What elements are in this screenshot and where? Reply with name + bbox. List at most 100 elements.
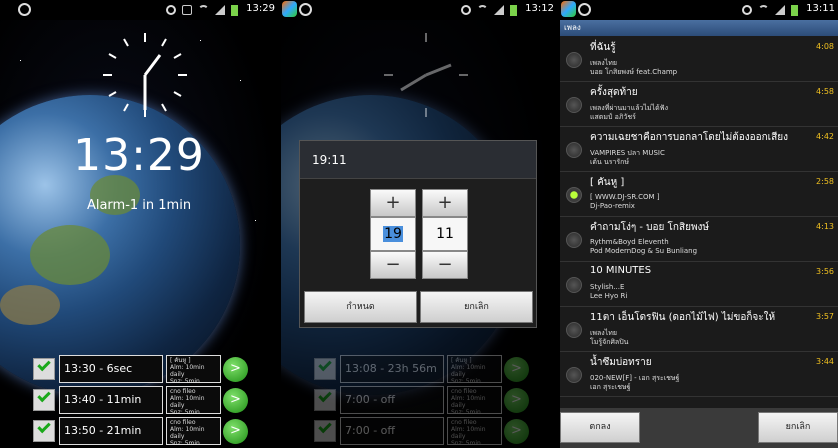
check-icon [37,419,51,434]
radio-button[interactable] [566,322,582,338]
radio-button[interactable] [566,277,582,293]
alarm-app-icon [299,3,312,16]
song-artist: Pod ModernDog & Su Bunliang [590,247,698,255]
alarm-row: 13:30 - 6sec [ คันหู ] Alm: 10min daily … [33,355,248,385]
dialog-header: เพลง [560,20,838,36]
song-artist: โมรู้จักศิลปิน [590,338,629,346]
hour-picker: + 19 − [370,189,416,279]
alarm-info[interactable]: cno fileo Alm: 10min daily Snz: 5min [447,386,502,416]
alarm-app-icon [18,3,31,16]
radio-button[interactable] [566,367,582,383]
dialog-footer: ตกลง ยกเลิก [560,408,838,448]
song-duration: 4:13 [816,222,834,231]
song-item[interactable]: 10 MINUTES Stylish...E Lee Hyo Ri 3:56 [560,262,838,307]
signal-icon [215,5,225,15]
song-list: ที่ฉันรู้ เพลงไทย บอย โกสิยพงษ์ feat.Cha… [560,37,838,397]
alarm-info-line: Alm: 10min daily [451,426,486,440]
alarm-info[interactable]: cno fileo Alm: 10min daily Snz: 5min [166,386,221,416]
alarm-info-line: Alm: 10min daily [170,395,205,409]
song-item[interactable]: น้ำซึมบ่อทราย 020-NEW[F] - เอก สุระเชษฐ์… [560,352,838,397]
cancel-button[interactable]: ยกเลิก [420,291,533,323]
chevron-right-icon[interactable]: > [504,357,529,382]
hour-increment-button[interactable]: + [370,189,416,217]
alarm-info[interactable]: cno fileo Alm: 10min daily Snz: 5min [166,417,221,447]
song-item[interactable]: ความเฉยชาคือการบอกลาโดยไม่ต้องออกเสียง V… [560,127,838,172]
alarm-info-line: cno fileo [451,419,477,426]
alarm-info-line: cno fileo [170,388,196,395]
digital-time: 13:29 [73,130,205,181]
alarm-info-line: Snz: 5min [451,409,481,416]
song-item[interactable]: 11ตา เอ็นโดรฟิน (ดอกไม้ไฟ) ไม่ขอก็จะให้ … [560,307,838,352]
chevron-right-icon[interactable]: > [504,388,529,413]
alarm-time-button[interactable]: 13:40 - 11min [59,386,163,414]
song-artist: บอย โกสิยพงษ์ feat.Champ [590,68,678,76]
hour-input[interactable]: 19 [370,217,416,251]
radio-button[interactable] [566,142,582,158]
song-duration: 3:44 [816,357,834,366]
alarm-checkbox[interactable] [33,357,55,380]
chevron-right-icon[interactable]: > [223,388,248,413]
minute-decrement-button[interactable]: − [422,251,468,279]
minute-input[interactable]: 11 [422,217,468,251]
minute-increment-button[interactable]: + [422,189,468,217]
alarm-info[interactable]: [ คันหู ] Alm: 10min daily Snz: 5min [166,355,221,385]
app-icon [561,1,576,17]
song-item[interactable]: ที่ฉันรู้ เพลงไทย บอย โกสิยพงษ์ feat.Cha… [560,37,838,82]
set-button[interactable]: กำหนด [304,291,417,323]
song-album: Rythm&Boyd Eleventh [590,238,669,246]
alarm-info[interactable]: [ คันหู ] Alm: 10min daily Snz: 5min [447,355,502,385]
song-title: ที่ฉันรู้ [590,42,616,53]
song-album: [ WWW.DJ-SR.COM ] [590,193,660,201]
status-icons [461,5,517,16]
radio-button-selected[interactable] [566,187,582,203]
radio-button[interactable] [566,97,582,113]
song-item[interactable]: คำถามโง่ๆ - บอย โกสิยพงษ์ Rythm&Boyd Ele… [560,217,838,262]
song-album: Stylish...E [590,283,625,291]
alarm-time-button[interactable]: 13:50 - 21min [59,417,163,445]
ok-button[interactable]: ตกลง [560,412,640,443]
alarm-icon [742,5,752,15]
alarm-row: 13:40 - 11min cno fileo Alm: 10min daily… [33,386,248,416]
song-duration: 4:58 [816,87,834,96]
alarm-checkbox[interactable] [33,419,55,442]
alarm-checkbox[interactable] [314,388,336,411]
battery-icon [791,5,798,16]
song-item[interactable]: [ คันหู ] [ WWW.DJ-SR.COM ] Dj-Pao-remix… [560,172,838,217]
song-title: น้ำซึมบ่อทราย [590,357,652,368]
alarm-info-line: Alm: 10min daily [451,364,486,378]
song-duration: 4:08 [816,42,834,51]
song-title: ครั้งสุดท้าย [590,87,638,98]
status-time: 13:11 [806,3,835,14]
alarm-time-button[interactable]: 13:08 - 23h 56m [340,355,444,383]
song-item[interactable]: ครั้งสุดท้าย เพลงที่ผ่านมาแล้วไม่ได้ฟัง … [560,82,838,127]
battery-icon [510,5,517,16]
chevron-right-icon[interactable]: > [223,357,248,382]
alarm-app-icon [578,3,591,16]
alarm-row: 13:08 - 23h 56m [ คันหู ] Alm: 10min dai… [314,355,529,385]
alarm-checkbox[interactable] [314,357,336,380]
alarm-row: 7:00 - off cno fileo Alm: 10min daily Sn… [314,417,529,447]
wifi-icon [477,5,488,15]
alarm-time-button[interactable]: 13:30 - 6sec [59,355,163,383]
radio-button[interactable] [566,52,582,68]
alarm-checkbox[interactable] [314,419,336,442]
song-title: 10 MINUTES [590,265,652,276]
alarm-info[interactable]: cno fileo Alm: 10min daily Snz: 5min [447,417,502,447]
alarm-checkbox[interactable] [33,388,55,411]
cancel-button[interactable]: ยกเลิก [758,412,838,443]
radio-button[interactable] [566,232,582,248]
check-icon [318,388,332,403]
alarm-time-button[interactable]: 7:00 - off [340,417,444,445]
analog-clock [103,33,187,117]
minute-picker: + 11 − [422,189,468,279]
analog-clock [384,33,468,117]
chevron-right-icon[interactable]: > [504,419,529,444]
hour-decrement-button[interactable]: − [370,251,416,279]
song-duration: 2:58 [816,177,834,186]
alarm-time-button[interactable]: 7:00 - off [340,386,444,414]
chevron-right-icon[interactable]: > [223,419,248,444]
alarm-info-line: Alm: 10min daily [451,395,486,409]
alarm-info-line: Alm: 10min daily [170,426,205,440]
wifi-icon [198,5,209,15]
song-title: [ คันหู ] [590,177,625,188]
